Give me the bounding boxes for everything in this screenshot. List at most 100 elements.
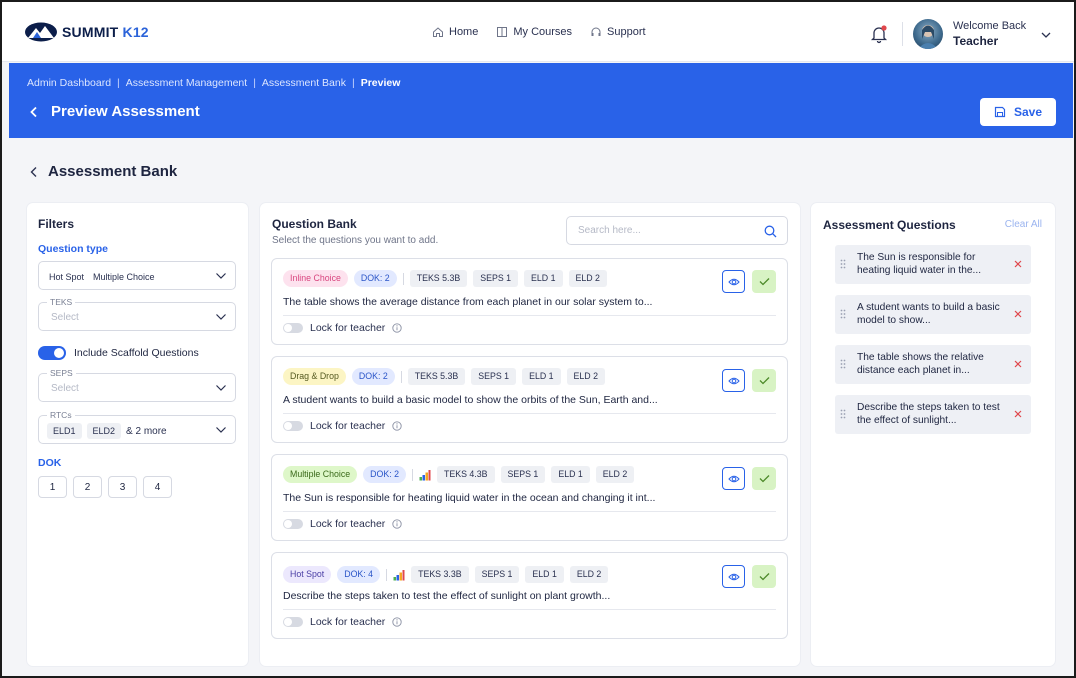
lock-row: Lock for teacher <box>283 616 402 628</box>
lock-label: Lock for teacher <box>310 420 386 432</box>
save-button-label: Save <box>1013 105 1043 119</box>
teks-label: TEKS <box>47 297 76 307</box>
rtcs-select[interactable]: RTCs ELD1 ELD2 & 2 more <box>38 410 236 444</box>
seps-tag: SEPS 1 <box>474 566 520 583</box>
drag-handle-icon[interactable] <box>840 409 846 419</box>
tag-divider <box>386 568 388 581</box>
added-check-button[interactable] <box>752 467 776 490</box>
info-icon[interactable] <box>392 617 402 627</box>
card-divider <box>283 609 776 610</box>
tag-divider <box>402 272 404 285</box>
chevron-down-icon <box>216 314 226 320</box>
brand-logo[interactable]: SUMMIT K12 <box>24 22 149 42</box>
back-arrow-icon[interactable] <box>29 106 39 118</box>
question-bank-subtitle: Select the questions you want to add. <box>272 235 439 246</box>
breadcrumb-separator: | <box>117 77 120 89</box>
eld-tag: ELD 1 <box>522 368 561 385</box>
teks-tag: TEKS 5.3B <box>409 270 468 287</box>
card-divider <box>283 315 776 316</box>
question-tags: Drag & Drop DOK: 2 TEKS 5.3B SEPS 1 ELD … <box>283 368 605 385</box>
seps-placeholder: Select <box>51 383 79 394</box>
notification-bell-icon[interactable] <box>870 24 888 44</box>
question-text: Describe the steps taken to test the eff… <box>283 590 611 602</box>
breadcrumb-assessment-management[interactable]: Assessment Management <box>126 77 247 89</box>
difficulty-bars-icon <box>419 469 431 480</box>
teks-select[interactable]: TEKS Select <box>38 297 236 331</box>
assessment-question-text: The Sun is responsible for heating liqui… <box>857 252 982 276</box>
preview-button[interactable] <box>722 565 745 588</box>
breadcrumb-admin-dashboard[interactable]: Admin Dashboard <box>27 77 111 89</box>
eld-tag: ELD 1 <box>551 466 590 483</box>
question-card[interactable]: Inline Choice DOK: 2 TEKS 5.3B SEPS 1 EL… <box>271 258 788 345</box>
question-card[interactable]: Hot Spot DOK: 4 TEKS 3.3B SEPS 1 ELD 1 E… <box>271 552 788 639</box>
search-icon[interactable] <box>764 225 777 238</box>
remove-icon[interactable] <box>1013 409 1023 419</box>
scaffold-toggle[interactable] <box>38 346 66 360</box>
breadcrumb: Admin Dashboard | Assessment Management … <box>27 77 400 89</box>
drag-handle-icon[interactable] <box>840 259 846 269</box>
remove-icon[interactable] <box>1013 259 1023 269</box>
assessment-question-item[interactable]: The Sun is responsible for heating liqui… <box>835 245 1031 284</box>
question-text: The table shows the average distance fro… <box>283 296 653 308</box>
nav-my-courses-label: My Courses <box>513 26 573 38</box>
nav-home[interactable]: Home <box>432 26 478 38</box>
drag-handle-icon[interactable] <box>840 359 846 369</box>
added-check-button[interactable] <box>752 369 776 392</box>
search-placeholder: Search here... <box>578 225 641 236</box>
lock-toggle[interactable] <box>283 519 303 529</box>
question-text: A student wants to build a basic model t… <box>283 394 658 406</box>
added-check-button[interactable] <box>752 270 776 293</box>
dok-option-3[interactable]: 3 <box>108 476 137 498</box>
assessment-question-item[interactable]: Describe the steps taken to test the eff… <box>835 395 1031 434</box>
save-icon <box>994 106 1006 118</box>
lock-toggle[interactable] <box>283 617 303 627</box>
question-card[interactable]: Drag & Drop DOK: 2 TEKS 5.3B SEPS 1 ELD … <box>271 356 788 443</box>
info-icon[interactable] <box>392 519 402 529</box>
breadcrumb-assessment-bank[interactable]: Assessment Bank <box>262 77 346 89</box>
remove-icon[interactable] <box>1013 309 1023 319</box>
chevron-left-icon[interactable] <box>30 166 38 178</box>
lock-toggle[interactable] <box>283 421 303 431</box>
chip-multiple-choice: Multiple Choice <box>93 272 155 282</box>
preview-button[interactable] <box>722 467 745 490</box>
added-check-button[interactable] <box>752 565 776 588</box>
nav-support[interactable]: Support <box>590 26 646 38</box>
preview-button[interactable] <box>722 369 745 392</box>
card-divider <box>283 413 776 414</box>
dok-badge: DOK: 2 <box>353 270 397 287</box>
assessment-question-item[interactable]: The table shows the relative distance ea… <box>835 345 1031 384</box>
assessment-question-item[interactable]: A student wants to build a basic model t… <box>835 295 1031 334</box>
remove-icon[interactable] <box>1013 359 1023 369</box>
lock-label: Lock for teacher <box>310 616 386 628</box>
dok-option-1[interactable]: 1 <box>38 476 67 498</box>
question-type-badge: Inline Choice <box>283 270 348 287</box>
question-type-badge: Drag & Drop <box>283 368 346 385</box>
question-type-select[interactable]: Hot Spot Multiple Choice <box>38 261 236 290</box>
user-info[interactable]: Welcome Back Teacher <box>953 19 1026 49</box>
breadcrumb-separator: | <box>351 77 355 89</box>
save-button[interactable]: Save <box>980 98 1056 126</box>
info-icon[interactable] <box>392 421 402 431</box>
nav-my-courses[interactable]: My Courses <box>496 26 572 38</box>
dok-badge: DOK: 2 <box>363 466 406 483</box>
clear-all-button[interactable]: Clear All <box>1005 219 1042 230</box>
assessment-questions-panel: Assessment Questions Clear All The Sun i… <box>811 203 1055 666</box>
question-card[interactable]: Multiple Choice DOK: 2 TEKS 4.3B SEPS 1 … <box>271 454 788 541</box>
preview-button[interactable] <box>722 270 745 293</box>
lock-toggle[interactable] <box>283 323 303 333</box>
question-type-label: Question type <box>38 243 109 255</box>
info-icon[interactable] <box>392 323 402 333</box>
search-input[interactable]: Search here... <box>566 216 788 245</box>
user-avatar[interactable] <box>913 19 943 49</box>
top-navbar: SUMMIT K12 Home My Courses Support Welco… <box>2 2 1074 62</box>
dok-option-4[interactable]: 4 <box>143 476 172 498</box>
nav-home-label: Home <box>449 26 479 38</box>
chevron-down-icon[interactable] <box>1040 30 1052 40</box>
dok-option-2[interactable]: 2 <box>73 476 102 498</box>
nav-support-label: Support <box>607 26 646 38</box>
seps-select[interactable]: SEPS Select <box>38 368 236 402</box>
check-icon <box>759 475 769 483</box>
drag-handle-icon[interactable] <box>840 309 846 319</box>
chevron-down-icon <box>216 273 226 279</box>
eye-icon <box>727 573 740 580</box>
